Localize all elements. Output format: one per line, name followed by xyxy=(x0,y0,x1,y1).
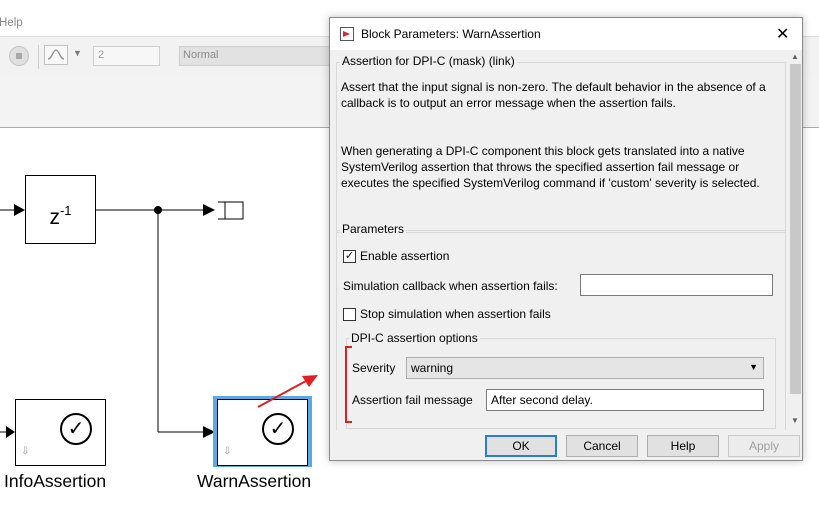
dialog-title: Block Parameters: WarnAssertion xyxy=(361,27,541,41)
simulation-mode-select[interactable]: Normal xyxy=(179,46,334,66)
dialog-content: Assertion for DPI-C (mask) (link) Assert… xyxy=(332,50,787,430)
simulink-block-icon xyxy=(340,27,354,41)
close-icon[interactable]: ✕ xyxy=(776,24,789,44)
dialog-scrollbar[interactable]: ▲ ▼ xyxy=(788,50,802,430)
apply-button[interactable]: Apply xyxy=(728,435,800,457)
chevron-down-icon[interactable]: ▼ xyxy=(791,416,799,425)
help-button[interactable]: Help xyxy=(647,435,719,457)
toolbar-separator xyxy=(38,45,39,69)
dialog-titlebar[interactable]: Block Parameters: WarnAssertion ✕ xyxy=(330,18,802,50)
stop-time-input[interactable]: 2 xyxy=(93,46,160,66)
red-bracket-annotation xyxy=(345,346,352,423)
ok-button[interactable]: OK xyxy=(485,435,557,457)
cancel-button[interactable]: Cancel xyxy=(566,435,638,457)
stop-icon[interactable] xyxy=(9,46,29,66)
block-parameters-dialog: Block Parameters: WarnAssertion ✕ Assert… xyxy=(329,17,803,461)
chevron-up-icon[interactable]: ▲ xyxy=(791,52,799,61)
chevron-down-icon[interactable]: ▼ xyxy=(73,48,82,58)
scrollbar-thumb[interactable] xyxy=(790,64,801,394)
signal-icon[interactable] xyxy=(44,45,68,65)
menu-help[interactable]: Help xyxy=(0,17,23,29)
